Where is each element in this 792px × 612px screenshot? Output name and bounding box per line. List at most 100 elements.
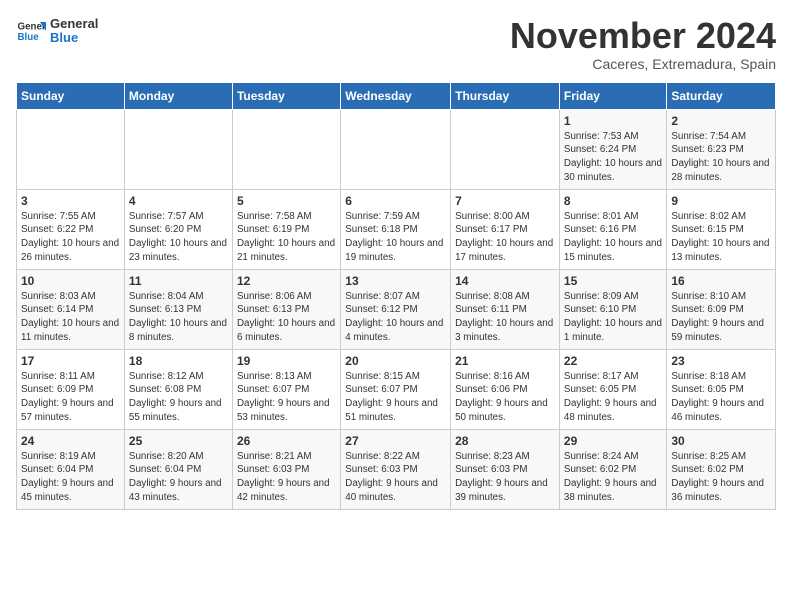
day-info: Sunrise: 8:24 AM Sunset: 6:02 PM Dayligh… [564, 450, 662, 505]
logo: General Blue General Blue [16, 16, 98, 46]
day-number: 16 [671, 274, 771, 288]
calendar-week-2: 3Sunrise: 7:55 AM Sunset: 6:22 PM Daylig… [17, 189, 776, 269]
day-info: Sunrise: 8:21 AM Sunset: 6:03 PM Dayligh… [237, 450, 336, 505]
calendar-cell: 20 Sunrise: 8:15 AM Sunset: 6:07 PM Dayli… [341, 349, 451, 429]
logo-line2: Blue [50, 31, 98, 45]
day-number: 7 [455, 194, 555, 208]
day-info: Sunrise: 8:00 AM Sunset: 6:17 PM Dayligh… [455, 210, 555, 265]
day-info: Sunrise: 8:20 AM Sunset: 6:04 PM Dayligh… [129, 450, 228, 505]
calendar-cell: 5Sunrise: 7:58 AM Sunset: 6:19 PM Daylig… [232, 189, 340, 269]
calendar-cell: 26 Sunrise: 8:21 AM Sunset: 6:03 PM Dayli… [232, 429, 340, 509]
calendar-cell [451, 109, 560, 189]
calendar-table: SundayMondayTuesdayWednesdayThursdayFrid… [16, 82, 776, 510]
col-header-friday: Friday [559, 82, 666, 109]
day-number: 27 [345, 434, 446, 448]
day-info: Sunrise: 8:08 AM Sunset: 6:11 PM Dayligh… [455, 290, 555, 345]
day-info: Sunrise: 7:58 AM Sunset: 6:19 PM Dayligh… [237, 210, 336, 265]
calendar-week-1: 1Sunrise: 7:53 AM Sunset: 6:24 PM Daylig… [17, 109, 776, 189]
day-number: 10 [21, 274, 120, 288]
col-header-saturday: Saturday [667, 82, 776, 109]
calendar-cell: 3Sunrise: 7:55 AM Sunset: 6:22 PM Daylig… [17, 189, 125, 269]
day-number: 23 [671, 354, 771, 368]
calendar-cell [341, 109, 451, 189]
day-info: Sunrise: 7:54 AM Sunset: 6:23 PM Dayligh… [671, 130, 771, 185]
calendar-cell: 2 Sunrise: 7:54 AM Sunset: 6:23 PM Daylig… [667, 109, 776, 189]
calendar-cell: 29 Sunrise: 8:24 AM Sunset: 6:02 PM Dayli… [559, 429, 666, 509]
header: General Blue General Blue November 2024 … [16, 16, 776, 72]
calendar-cell: 14 Sunrise: 8:08 AM Sunset: 6:11 PM Dayli… [451, 269, 560, 349]
col-header-monday: Monday [124, 82, 232, 109]
calendar-cell [17, 109, 125, 189]
calendar-title: November 2024 [510, 16, 776, 56]
calendar-week-4: 17Sunrise: 8:11 AM Sunset: 6:09 PM Dayli… [17, 349, 776, 429]
calendar-cell: 11Sunrise: 8:04 AM Sunset: 6:13 PM Dayli… [124, 269, 232, 349]
day-number: 29 [564, 434, 662, 448]
day-info: Sunrise: 8:15 AM Sunset: 6:07 PM Dayligh… [345, 370, 446, 425]
day-info: Sunrise: 7:59 AM Sunset: 6:18 PM Dayligh… [345, 210, 446, 265]
calendar-cell: 27Sunrise: 8:22 AM Sunset: 6:03 PM Dayli… [341, 429, 451, 509]
logo-line1: General [50, 17, 98, 31]
day-info: Sunrise: 8:03 AM Sunset: 6:14 PM Dayligh… [21, 290, 120, 345]
day-info: Sunrise: 8:02 AM Sunset: 6:15 PM Dayligh… [671, 210, 771, 265]
calendar-cell: 1Sunrise: 7:53 AM Sunset: 6:24 PM Daylig… [559, 109, 666, 189]
day-number: 18 [129, 354, 228, 368]
day-info: Sunrise: 8:04 AM Sunset: 6:13 PM Dayligh… [129, 290, 228, 345]
calendar-cell: 4 Sunrise: 7:57 AM Sunset: 6:20 PM Daylig… [124, 189, 232, 269]
calendar-cell: 7 Sunrise: 8:00 AM Sunset: 6:17 PM Daylig… [451, 189, 560, 269]
day-number: 25 [129, 434, 228, 448]
calendar-cell: 19Sunrise: 8:13 AM Sunset: 6:07 PM Dayli… [232, 349, 340, 429]
day-number: 6 [345, 194, 446, 208]
calendar-cell: 8 Sunrise: 8:01 AM Sunset: 6:16 PM Daylig… [559, 189, 666, 269]
calendar-week-3: 10 Sunrise: 8:03 AM Sunset: 6:14 PM Dayli… [17, 269, 776, 349]
calendar-week-5: 24 Sunrise: 8:19 AM Sunset: 6:04 PM Dayli… [17, 429, 776, 509]
day-number: 22 [564, 354, 662, 368]
day-info: Sunrise: 7:57 AM Sunset: 6:20 PM Dayligh… [129, 210, 228, 265]
calendar-cell: 9 Sunrise: 8:02 AM Sunset: 6:15 PM Daylig… [667, 189, 776, 269]
calendar-cell: 23 Sunrise: 8:18 AM Sunset: 6:05 PM Dayli… [667, 349, 776, 429]
day-info: Sunrise: 8:18 AM Sunset: 6:05 PM Dayligh… [671, 370, 771, 425]
day-info: Sunrise: 8:16 AM Sunset: 6:06 PM Dayligh… [455, 370, 555, 425]
day-info: Sunrise: 8:12 AM Sunset: 6:08 PM Dayligh… [129, 370, 228, 425]
calendar-cell: 6 Sunrise: 7:59 AM Sunset: 6:18 PM Daylig… [341, 189, 451, 269]
day-number: 8 [564, 194, 662, 208]
day-number: 20 [345, 354, 446, 368]
day-number: 4 [129, 194, 228, 208]
header-row: SundayMondayTuesdayWednesdayThursdayFrid… [17, 82, 776, 109]
day-info: Sunrise: 8:19 AM Sunset: 6:04 PM Dayligh… [21, 450, 120, 505]
calendar-cell: 16Sunrise: 8:10 AM Sunset: 6:09 PM Dayli… [667, 269, 776, 349]
calendar-cell [232, 109, 340, 189]
calendar-cell: 25 Sunrise: 8:20 AM Sunset: 6:04 PM Dayli… [124, 429, 232, 509]
calendar-cell: 21Sunrise: 8:16 AM Sunset: 6:06 PM Dayli… [451, 349, 560, 429]
day-info: Sunrise: 8:23 AM Sunset: 6:03 PM Dayligh… [455, 450, 555, 505]
day-info: Sunrise: 8:01 AM Sunset: 6:16 PM Dayligh… [564, 210, 662, 265]
calendar-subtitle: Caceres, Extremadura, Spain [510, 56, 776, 72]
day-number: 14 [455, 274, 555, 288]
day-info: Sunrise: 8:11 AM Sunset: 6:09 PM Dayligh… [21, 370, 120, 425]
day-number: 2 [671, 114, 771, 128]
svg-text:Blue: Blue [18, 32, 40, 43]
calendar-cell: 12Sunrise: 8:06 AM Sunset: 6:13 PM Dayli… [232, 269, 340, 349]
title-block: November 2024 Caceres, Extremadura, Spai… [510, 16, 776, 72]
day-info: Sunrise: 7:53 AM Sunset: 6:24 PM Dayligh… [564, 130, 662, 185]
day-number: 26 [237, 434, 336, 448]
day-number: 24 [21, 434, 120, 448]
calendar-cell: 17Sunrise: 8:11 AM Sunset: 6:09 PM Dayli… [17, 349, 125, 429]
calendar-cell: 15Sunrise: 8:09 AM Sunset: 6:10 PM Dayli… [559, 269, 666, 349]
day-info: Sunrise: 8:25 AM Sunset: 6:02 PM Dayligh… [671, 450, 771, 505]
col-header-tuesday: Tuesday [232, 82, 340, 109]
day-info: Sunrise: 8:13 AM Sunset: 6:07 PM Dayligh… [237, 370, 336, 425]
calendar-cell: 24 Sunrise: 8:19 AM Sunset: 6:04 PM Dayli… [17, 429, 125, 509]
col-header-sunday: Sunday [17, 82, 125, 109]
day-info: Sunrise: 8:17 AM Sunset: 6:05 PM Dayligh… [564, 370, 662, 425]
day-number: 15 [564, 274, 662, 288]
day-number: 9 [671, 194, 771, 208]
day-number: 13 [345, 274, 446, 288]
calendar-cell: 10 Sunrise: 8:03 AM Sunset: 6:14 PM Dayli… [17, 269, 125, 349]
calendar-cell: 28Sunrise: 8:23 AM Sunset: 6:03 PM Dayli… [451, 429, 560, 509]
day-number: 12 [237, 274, 336, 288]
col-header-wednesday: Wednesday [341, 82, 451, 109]
calendar-cell: 18 Sunrise: 8:12 AM Sunset: 6:08 PM Dayli… [124, 349, 232, 429]
logo-icon: General Blue [16, 16, 46, 46]
day-number: 3 [21, 194, 120, 208]
calendar-cell: 30Sunrise: 8:25 AM Sunset: 6:02 PM Dayli… [667, 429, 776, 509]
